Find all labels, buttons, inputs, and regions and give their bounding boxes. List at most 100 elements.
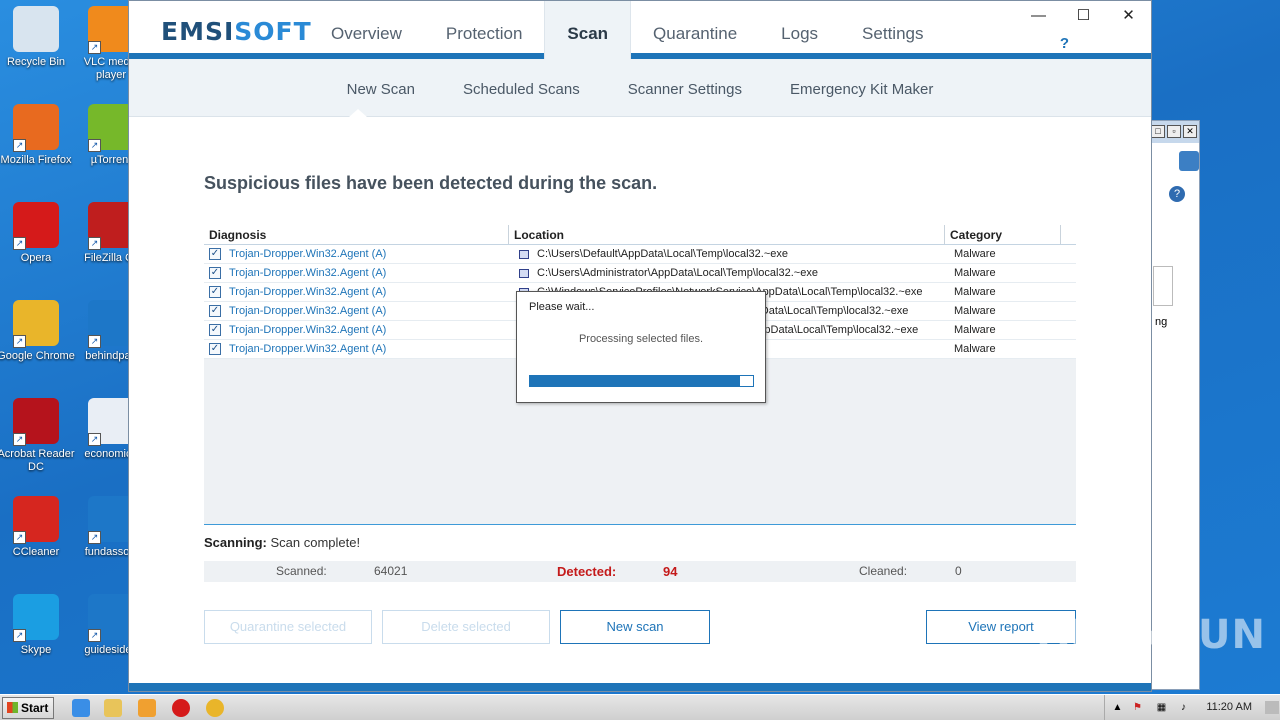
subtab-scheduled-scans[interactable]: Scheduled Scans: [439, 59, 604, 116]
stats-bar: Scanned: 64021 Detected: 94 Cleaned: 0: [204, 561, 1076, 582]
sub-nav: New Scan Scheduled Scans Scanner Settings E…: [129, 59, 1151, 117]
desktop-icon[interactable]: ↗ Skype: [0, 594, 75, 657]
row-checkbox[interactable]: ✓: [209, 324, 221, 336]
clock[interactable]: 11:20 AM: [1206, 701, 1252, 713]
desktop-icon[interactable]: ↗ Google Chrome: [0, 300, 75, 363]
background-window-titlebar[interactable]: □ ▫ ✕: [1149, 121, 1199, 143]
new-scan-button[interactable]: New scan: [560, 610, 710, 644]
diagnosis-cell: ✓ Trojan-Dropper.Win32.Agent (A): [204, 283, 509, 301]
bg-restore-button[interactable]: ▫: [1167, 125, 1181, 138]
diagnosis-link[interactable]: Trojan-Dropper.Win32.Agent (A): [229, 245, 386, 264]
diagnosis-link[interactable]: Trojan-Dropper.Win32.Agent (A): [229, 302, 386, 321]
window-bottom-bar: [129, 683, 1151, 691]
tab-protection[interactable]: Protection: [424, 1, 545, 59]
row-checkbox[interactable]: ✓: [209, 305, 221, 317]
network-icon[interactable]: ▦: [1155, 701, 1168, 714]
windows-flag-icon: [7, 702, 18, 713]
scanned-value: 64021: [374, 564, 408, 578]
progress-bar: [529, 375, 754, 387]
shortcut-arrow-icon: ↗: [88, 433, 101, 446]
column-diagnosis[interactable]: Diagnosis: [204, 225, 509, 244]
emsisoft-logo: EMSISOFT: [161, 17, 312, 46]
tab-quarantine[interactable]: Quarantine: [631, 1, 759, 59]
diagnosis-cell: ✓ Trojan-Dropper.Win32.Agent (A): [204, 302, 509, 320]
dialog-title: Please wait...: [529, 301, 595, 313]
bg-maximize-button[interactable]: □: [1151, 125, 1165, 138]
row-checkbox[interactable]: ✓: [209, 248, 221, 260]
desktop-icon-label: Mozilla Firefox: [0, 154, 72, 166]
tab-scan[interactable]: Scan: [544, 1, 632, 59]
diagnosis-link[interactable]: Trojan-Dropper.Win32.Agent (A): [229, 283, 386, 302]
close-button[interactable]: ✕: [1106, 1, 1151, 31]
desktop-icon[interactable]: ↗ CCleaner: [0, 496, 75, 559]
diagnosis-link[interactable]: Trojan-Dropper.Win32.Agent (A): [229, 340, 386, 359]
chrome-taskbar-icon[interactable]: [206, 699, 224, 717]
help-icon[interactable]: ?: [1169, 186, 1185, 202]
media-player-taskbar-icon[interactable]: [138, 699, 156, 717]
diagnosis-link[interactable]: Trojan-Dropper.Win32.Agent (A): [229, 321, 386, 340]
column-location[interactable]: Location: [509, 225, 945, 244]
file-icon: [519, 249, 529, 259]
tray-expand-icon[interactable]: ▲: [1111, 701, 1124, 714]
category-cell: Malware: [954, 286, 996, 298]
desktop-icon[interactable]: ↗ Mozilla Firefox: [0, 104, 75, 167]
row-checkbox[interactable]: ✓: [209, 286, 221, 298]
location-text: C:\Users\Administrator\AppData\Local\Tem…: [537, 266, 818, 279]
progress-fill: [530, 376, 740, 386]
shortcut-arrow-icon: ↗: [88, 41, 101, 54]
opera-taskbar-icon[interactable]: [172, 699, 190, 717]
quarantine-selected-button[interactable]: Quarantine selected: [204, 610, 372, 644]
diagnosis-cell: ✓ Trojan-Dropper.Win32.Agent (A): [204, 264, 509, 282]
background-window[interactable]: □ ▫ ✕ ? ng: [1148, 120, 1200, 690]
table-header: Diagnosis Location Category: [204, 225, 1076, 245]
tab-logs[interactable]: Logs: [759, 1, 840, 59]
start-button[interactable]: Start: [2, 697, 54, 719]
status-value: Scan complete!: [270, 535, 361, 550]
diagnosis-link[interactable]: Trojan-Dropper.Win32.Agent (A): [229, 264, 386, 283]
diagnosis-cell: ✓ Trojan-Dropper.Win32.Agent (A): [204, 245, 509, 263]
window-controls: — ☐ ✕: [1016, 1, 1151, 31]
shortcut-arrow-icon: ↗: [13, 335, 26, 348]
scan-status: Scanning: Scan complete!: [204, 535, 360, 550]
table-row[interactable]: ✓ Trojan-Dropper.Win32.Agent (A) C:\Users\…: [204, 245, 1076, 264]
shortcut-arrow-icon: ↗: [88, 335, 101, 348]
maximize-button[interactable]: ☐: [1061, 1, 1106, 31]
help-button[interactable]: ?: [1060, 35, 1069, 52]
subtab-scanner-settings[interactable]: Scanner Settings: [604, 59, 766, 116]
table-row[interactable]: ✓ Trojan-Dropper.Win32.Agent (A) C:\Users\…: [204, 264, 1076, 283]
anyrun-watermark: ANY▶RUN: [1038, 612, 1266, 658]
location-text: C:\Users\Default\AppData\Local\Temp\loca…: [537, 247, 788, 260]
desktop-icon[interactable]: ↗ Opera: [0, 202, 75, 265]
bg-panel: [1153, 266, 1173, 306]
category-cell: Malware: [954, 248, 996, 260]
shortcut-arrow-icon: ↗: [88, 531, 101, 544]
explorer-taskbar-icon[interactable]: [104, 699, 122, 717]
subtab-new-scan[interactable]: New Scan: [323, 59, 439, 116]
active-subnav-caret: [349, 109, 367, 117]
bg-close-button[interactable]: ✕: [1183, 125, 1197, 138]
action-center-icon[interactable]: ⚑: [1131, 701, 1144, 714]
show-desktop-button[interactable]: [1265, 701, 1279, 714]
column-category[interactable]: Category: [945, 225, 1061, 244]
volume-icon[interactable]: ♪: [1177, 701, 1190, 714]
cleaned-label: Cleaned:: [859, 564, 908, 578]
top-bar: EMSISOFT Overview Protection Scan Quarantin…: [129, 1, 1151, 59]
desktop-icon[interactable]: Recycle Bin: [0, 6, 75, 69]
main-nav: Overview Protection Scan Quarantine Logs Sett…: [309, 1, 945, 59]
tab-overview[interactable]: Overview: [309, 1, 424, 59]
delete-selected-button[interactable]: Delete selected: [382, 610, 550, 644]
detected-value: 94: [663, 564, 678, 579]
minimize-button[interactable]: —: [1016, 1, 1061, 31]
subtab-emergency-kit-maker[interactable]: Emergency Kit Maker: [766, 59, 957, 116]
status-label: Scanning:: [204, 535, 267, 550]
category-cell: Malware: [954, 305, 996, 317]
search-icon[interactable]: [1179, 151, 1199, 171]
ccleaner-icon: ↗: [13, 496, 59, 544]
tab-settings[interactable]: Settings: [840, 1, 945, 59]
ie-taskbar-icon[interactable]: [72, 699, 90, 717]
desktop-icon[interactable]: ↗ Acrobat Reader DC: [0, 398, 75, 474]
row-checkbox[interactable]: ✓: [209, 267, 221, 279]
file-icon: [519, 268, 529, 278]
row-checkbox[interactable]: ✓: [209, 343, 221, 355]
location-cell: C:\Users\Administrator\AppData\Local\Tem…: [509, 264, 945, 282]
